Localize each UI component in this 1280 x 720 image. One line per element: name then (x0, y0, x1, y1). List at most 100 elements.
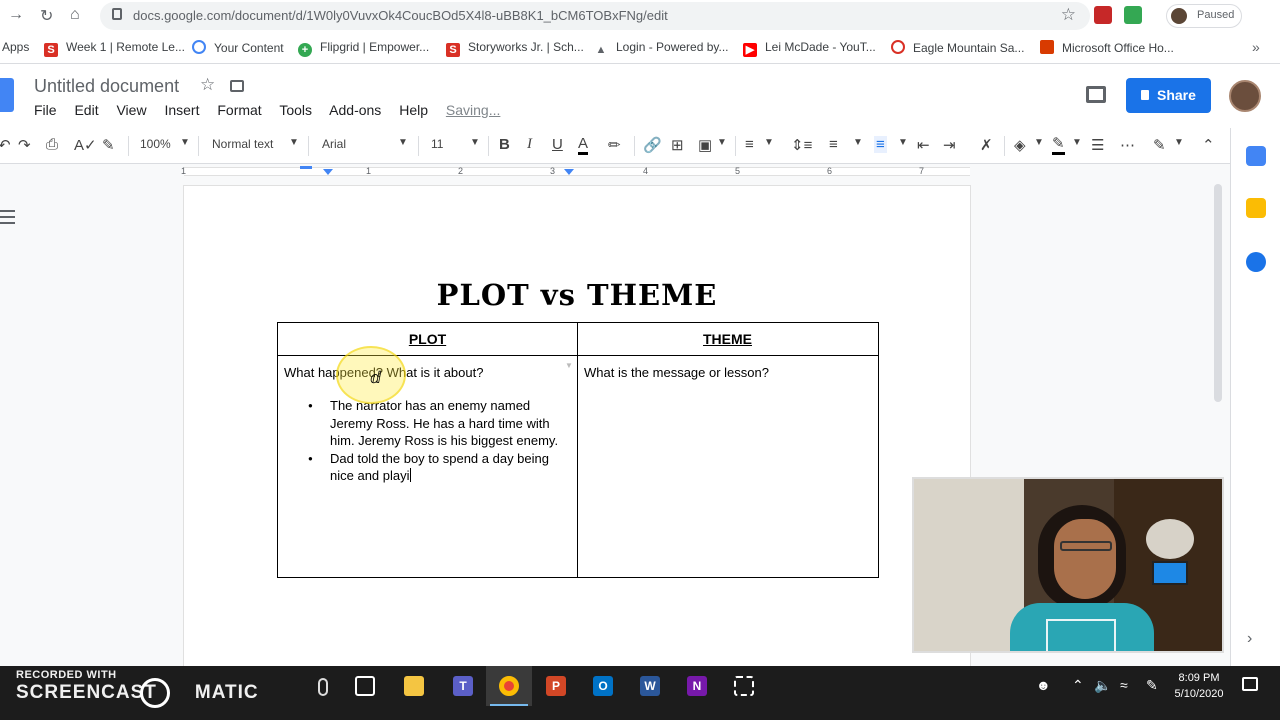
insert-comment-icon[interactable]: ⊞ (671, 136, 684, 154)
notification-icon[interactable] (1242, 677, 1258, 691)
reload-icon[interactable]: ↻ (40, 6, 53, 26)
move-to-folder-icon[interactable] (230, 80, 244, 92)
menu-insert[interactable]: Insert (164, 102, 199, 118)
account-avatar[interactable] (1229, 80, 1261, 112)
plot-bullet-list[interactable]: The narrator has an enemy named Jeremy R… (302, 397, 572, 485)
caret-down-icon[interactable]: ▼ (717, 137, 727, 148)
caret-down-icon[interactable]: ▼ (898, 137, 908, 148)
horizontal-ruler[interactable]: 1 1 2 3 4 5 6 7 (0, 164, 1230, 178)
bookmark-storyworks[interactable]: S Storyworks Jr. | Sch... (446, 40, 584, 57)
caret-down-icon[interactable]: ▼ (398, 137, 408, 148)
header-theme[interactable]: THEME (578, 331, 877, 347)
zoom-select[interactable]: 100% (140, 137, 171, 151)
calendar-icon[interactable] (1246, 146, 1266, 166)
list-item[interactable]: Dad told the boy to spend a day being ni… (302, 450, 572, 485)
vertical-scrollbar[interactable] (1214, 184, 1222, 402)
extension-icon[interactable] (1124, 6, 1142, 24)
paint-format-icon[interactable]: ✎ (102, 136, 115, 154)
url-text[interactable]: docs.google.com/document/d/1W0ly0VuvxOk4… (133, 8, 668, 23)
menu-format[interactable]: Format (217, 102, 261, 118)
bookmark-week1[interactable]: S Week 1 | Remote Le... (44, 40, 185, 57)
border-color-icon[interactable]: ✎ (1052, 136, 1065, 155)
taskbar-outlook[interactable]: O (580, 666, 626, 706)
bookmark-flipgrid[interactable]: + Flipgrid | Empower... (298, 40, 429, 57)
bookmark-apps[interactable]: Apps (2, 40, 29, 54)
menu-help[interactable]: Help (399, 102, 428, 118)
address-bar[interactable]: docs.google.com/document/d/1W0ly0VuvxOk4… (100, 2, 1090, 30)
menu-file[interactable]: File (34, 102, 57, 118)
star-icon[interactable]: ☆ (200, 75, 215, 95)
system-clock[interactable]: 8:09 PM 5/10/2020 (1170, 670, 1228, 702)
caret-down-icon[interactable]: ▼ (853, 137, 863, 148)
numbered-list-icon[interactable]: ≡ (829, 136, 838, 153)
chevron-up-icon[interactable]: ⌃ (1072, 677, 1084, 694)
caret-down-icon[interactable]: ▼ (470, 137, 480, 148)
document-title[interactable]: Untitled document (34, 76, 179, 97)
taskbar-word[interactable]: W (627, 666, 673, 706)
taskbar-snipping-tool[interactable] (721, 666, 767, 706)
text-color-icon[interactable]: A (578, 136, 589, 155)
caret-down-icon[interactable]: ▼ (1174, 137, 1184, 148)
menu-addons[interactable]: Add-ons (329, 102, 381, 118)
tasks-icon[interactable] (1246, 252, 1266, 272)
list-item[interactable]: The narrator has an enemy named Jeremy R… (302, 397, 572, 450)
cell-menu-icon[interactable]: ▼ (565, 361, 573, 370)
undo-icon[interactable]: ↶ (0, 136, 11, 154)
taskbar-onenote[interactable]: N (674, 666, 720, 706)
adblock-extension-icon[interactable] (1094, 6, 1112, 24)
fill-color-icon[interactable]: ◈ (1014, 136, 1026, 154)
save-status[interactable]: Saving... (446, 102, 500, 118)
wifi-icon[interactable]: ≈ (1120, 677, 1128, 693)
spellcheck-icon[interactable]: A✓ (74, 136, 97, 154)
highlight-icon[interactable]: ✏ (608, 136, 621, 154)
docs-logo-icon[interactable] (0, 78, 14, 112)
font-size-select[interactable]: 11 (431, 137, 443, 151)
header-plot[interactable]: PLOT (278, 331, 577, 347)
microphone-icon[interactable] (318, 678, 328, 696)
clear-formatting-icon[interactable]: ✗ (980, 136, 993, 154)
caret-down-icon[interactable]: ▼ (1034, 137, 1044, 148)
bookmark-office[interactable]: Microsoft Office Ho... (1040, 40, 1174, 55)
taskbar-teams[interactable]: T (440, 666, 486, 706)
comments-icon[interactable] (1086, 86, 1106, 103)
caret-down-icon[interactable]: ▼ (289, 137, 299, 148)
decrease-indent-icon[interactable]: ⇤ (917, 136, 930, 154)
bookmark-your-content[interactable]: Your Content (192, 40, 284, 55)
theme-question[interactable]: What is the message or lesson? (584, 365, 769, 380)
bookmark-eagle-mountain[interactable]: Eagle Mountain Sa... (891, 40, 1024, 55)
document-outline-icon[interactable] (0, 210, 15, 224)
insert-image-icon[interactable]: ▣ (698, 136, 712, 154)
forward-arrow-icon[interactable]: → (8, 6, 24, 24)
bookmark-youtube[interactable]: ▶ Lei McDade - YouT... (743, 40, 876, 57)
taskbar-file-explorer[interactable] (391, 666, 437, 706)
left-indent-marker[interactable] (323, 169, 333, 175)
caret-down-icon[interactable]: ▼ (180, 137, 190, 148)
menu-view[interactable]: View (116, 102, 146, 118)
border-dash-icon[interactable]: ⋯ (1120, 136, 1135, 154)
increase-indent-icon[interactable]: ⇥ (943, 136, 956, 154)
caret-down-icon[interactable]: ▼ (1072, 137, 1082, 148)
link-icon[interactable]: 🔗 (643, 136, 662, 154)
style-select[interactable]: Normal text (212, 137, 273, 151)
home-icon[interactable]: ⌂ (70, 6, 80, 24)
speaker-icon[interactable]: 🔈 (1094, 677, 1111, 694)
bookmark-star-icon[interactable]: ☆ (1061, 5, 1076, 25)
redo-icon[interactable]: ↷ (18, 136, 31, 154)
keep-icon[interactable] (1246, 198, 1266, 218)
bulleted-list-icon[interactable]: ≡ (874, 136, 887, 153)
person-icon[interactable]: ☻ (1036, 677, 1051, 693)
right-indent-marker[interactable] (564, 169, 574, 175)
menu-tools[interactable]: Tools (279, 102, 312, 118)
line-spacing-icon[interactable]: ⇕≡ (791, 136, 812, 154)
document-page[interactable]: PLOT vs THEME PLOT THEME What happened? … (184, 186, 970, 666)
first-line-indent-marker[interactable] (300, 166, 312, 169)
document-heading[interactable]: PLOT vs THEME (184, 278, 970, 312)
underline-icon[interactable]: U (552, 136, 563, 153)
profile-button[interactable]: Paused (1166, 4, 1242, 28)
share-button[interactable]: Share (1126, 78, 1211, 113)
pen-icon[interactable]: ✎ (1146, 677, 1158, 694)
font-select[interactable]: Arial (322, 137, 346, 151)
menu-edit[interactable]: Edit (74, 102, 98, 118)
border-width-icon[interactable]: ☰ (1091, 136, 1104, 154)
align-icon[interactable]: ≡ (745, 136, 754, 153)
